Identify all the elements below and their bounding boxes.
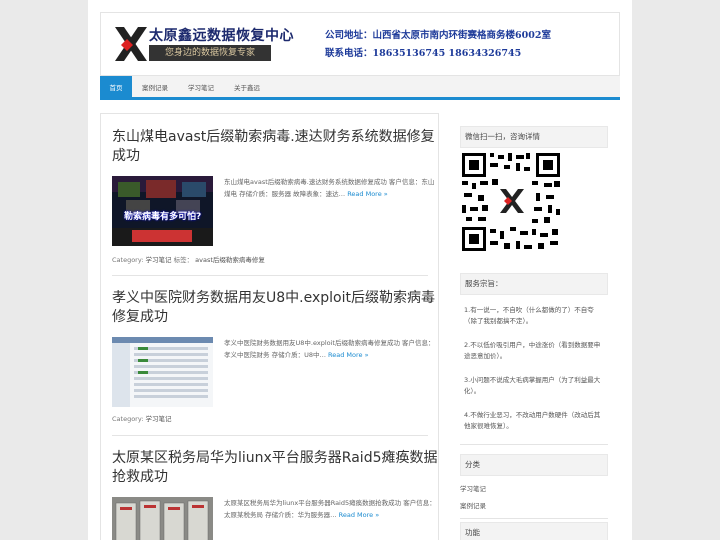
post-thumbnail[interactable] [112, 337, 213, 407]
sidebar-divider [460, 444, 608, 445]
qr-center-logo [498, 187, 526, 215]
tenets-widget-title: 服务宗旨： [460, 273, 608, 295]
tag-link[interactable]: avast后缀勒索病毒修复 [195, 256, 265, 264]
read-more-link[interactable]: Read More » [347, 190, 388, 198]
tenet-item: 2.不以低价吸引用户，中途涨价（看到数据要申途恶意加价）。 [464, 341, 601, 360]
category-link[interactable]: 学习笔记 [146, 256, 172, 264]
post-item: 太原某区税务局华为liunx平台服务器Raid5瘫痪数据抢救成功 太原某区税务局… [112, 449, 438, 540]
logo-name: 太原鑫远数据恢复中心 [149, 28, 294, 44]
sidebar-divider [460, 518, 608, 519]
post-thumbnail[interactable]: 勒索病毒有多可怕? [112, 176, 213, 246]
post-meta: Category: 学习笔记 标签： avast后缀勒索病毒修复 [112, 254, 265, 264]
excerpt-text: 太原某区税务局华为liunx平台服务器Raid5瘫痪数据抢救成功 客户信息：太原… [224, 499, 436, 519]
phone-line: 联系电话：18635136745 18634326745 [325, 48, 522, 59]
tenet-item: 1.有一说一，不自吹（什么都做的了）不自夸（除了我别都搞不定）。 [464, 306, 594, 325]
logo-tagline: 您身边的数据恢复专家 [149, 45, 271, 61]
post-excerpt: 太原某区税务局华为liunx平台服务器Raid5瘫痪数据抢救成功 客户信息：太原… [224, 497, 440, 521]
category-link-cases[interactable]: 案例记录 [460, 500, 486, 510]
post-divider [112, 435, 428, 436]
address-line: 公司地址：山西省太原市南内环街赛格商务楼6002室 [325, 30, 551, 41]
category-label: Category: [112, 415, 144, 423]
site-header: 太原鑫远数据恢复中心 您身边的数据恢复专家 公司地址：山西省太原市南内环街赛格商… [100, 12, 620, 76]
read-more-link[interactable]: Read More » [339, 511, 380, 519]
server-drives-image [112, 497, 213, 540]
tenet-item: 4.不做行业恶习，不改动用户数硬件（改动后其他家很难恢复）。 [464, 411, 601, 430]
post-item: 东山煤电avast后缀勒索病毒.速达财务系统数据修复成功 勒索病毒有多可怕? 东… [112, 128, 438, 278]
tags-label: 标签： [173, 256, 194, 264]
page-container: 太原鑫远数据恢复中心 您身边的数据恢复专家 公司地址：山西省太原市南内环街赛格商… [88, 0, 632, 540]
post-title[interactable]: 东山煤电avast后缀勒索病毒.速达财务系统数据修复成功 [112, 128, 438, 166]
post-meta: Category: 学习笔记 [112, 413, 172, 423]
nav-item-about[interactable]: 关于鑫远 [226, 76, 268, 100]
post-thumbnail[interactable] [112, 497, 213, 540]
main-nav: 首页 案例记录 学习笔记 关于鑫远 [100, 76, 620, 100]
post-title[interactable]: 孝义中医院财务数据用友U8中.exploit后缀勒索病毒修复成功 [112, 289, 438, 327]
functions-widget-title: 功能 [460, 522, 608, 540]
category-label: Category: [112, 256, 144, 264]
tenet-item: 3.小问题不说成大毛病掌握用户（为了利益最大化）。 [464, 376, 601, 395]
logo-x-icon [115, 27, 147, 61]
post-excerpt: 孝义中医院财务数据用友U8中.exploit后缀勒索病毒修复成功 客户信息：孝义… [224, 337, 440, 361]
thumb-caption: 勒索病毒有多可怕? [124, 212, 202, 222]
post-list: 东山煤电avast后缀勒索病毒.速达财务系统数据修复成功 勒索病毒有多可怕? 东… [100, 113, 439, 540]
category-link[interactable]: 学习笔记 [146, 415, 172, 423]
contact-info: 公司地址：山西省太原市南内环街赛格商务楼6002室 联系电话：186351367… [325, 27, 551, 63]
post-divider [112, 275, 428, 276]
wechat-qr-code [460, 151, 562, 253]
post-excerpt: 东山煤电avast后缀勒索病毒.速达财务系统数据修复成功 客户信息：东山煤电 存… [224, 176, 440, 200]
u8-screenshot-image [112, 337, 213, 407]
read-more-link[interactable]: Read More » [328, 351, 369, 359]
excerpt-text: 东山煤电avast后缀勒索病毒.速达财务系统数据修复成功 客户信息：东山煤电 存… [224, 178, 435, 198]
wechat-widget-title: 微信扫一扫，咨询详情 [460, 126, 608, 148]
nav-item-cases[interactable]: 案例记录 [134, 76, 176, 100]
nav-item-home[interactable]: 首页 [100, 76, 132, 100]
nav-item-notes[interactable]: 学习笔记 [180, 76, 222, 100]
post-item: 孝义中医院财务数据用友U8中.exploit后缀勒索病毒修复成功 孝义中医院财务… [112, 289, 438, 429]
category-link-notes[interactable]: 学习笔记 [460, 483, 486, 493]
site-logo[interactable]: 太原鑫远数据恢复中心 您身边的数据恢复专家 [113, 25, 294, 63]
categories-widget-title: 分类 [460, 454, 608, 476]
post-title[interactable]: 太原某区税务局华为liunx平台服务器Raid5瘫痪数据抢救成功 [112, 449, 438, 487]
